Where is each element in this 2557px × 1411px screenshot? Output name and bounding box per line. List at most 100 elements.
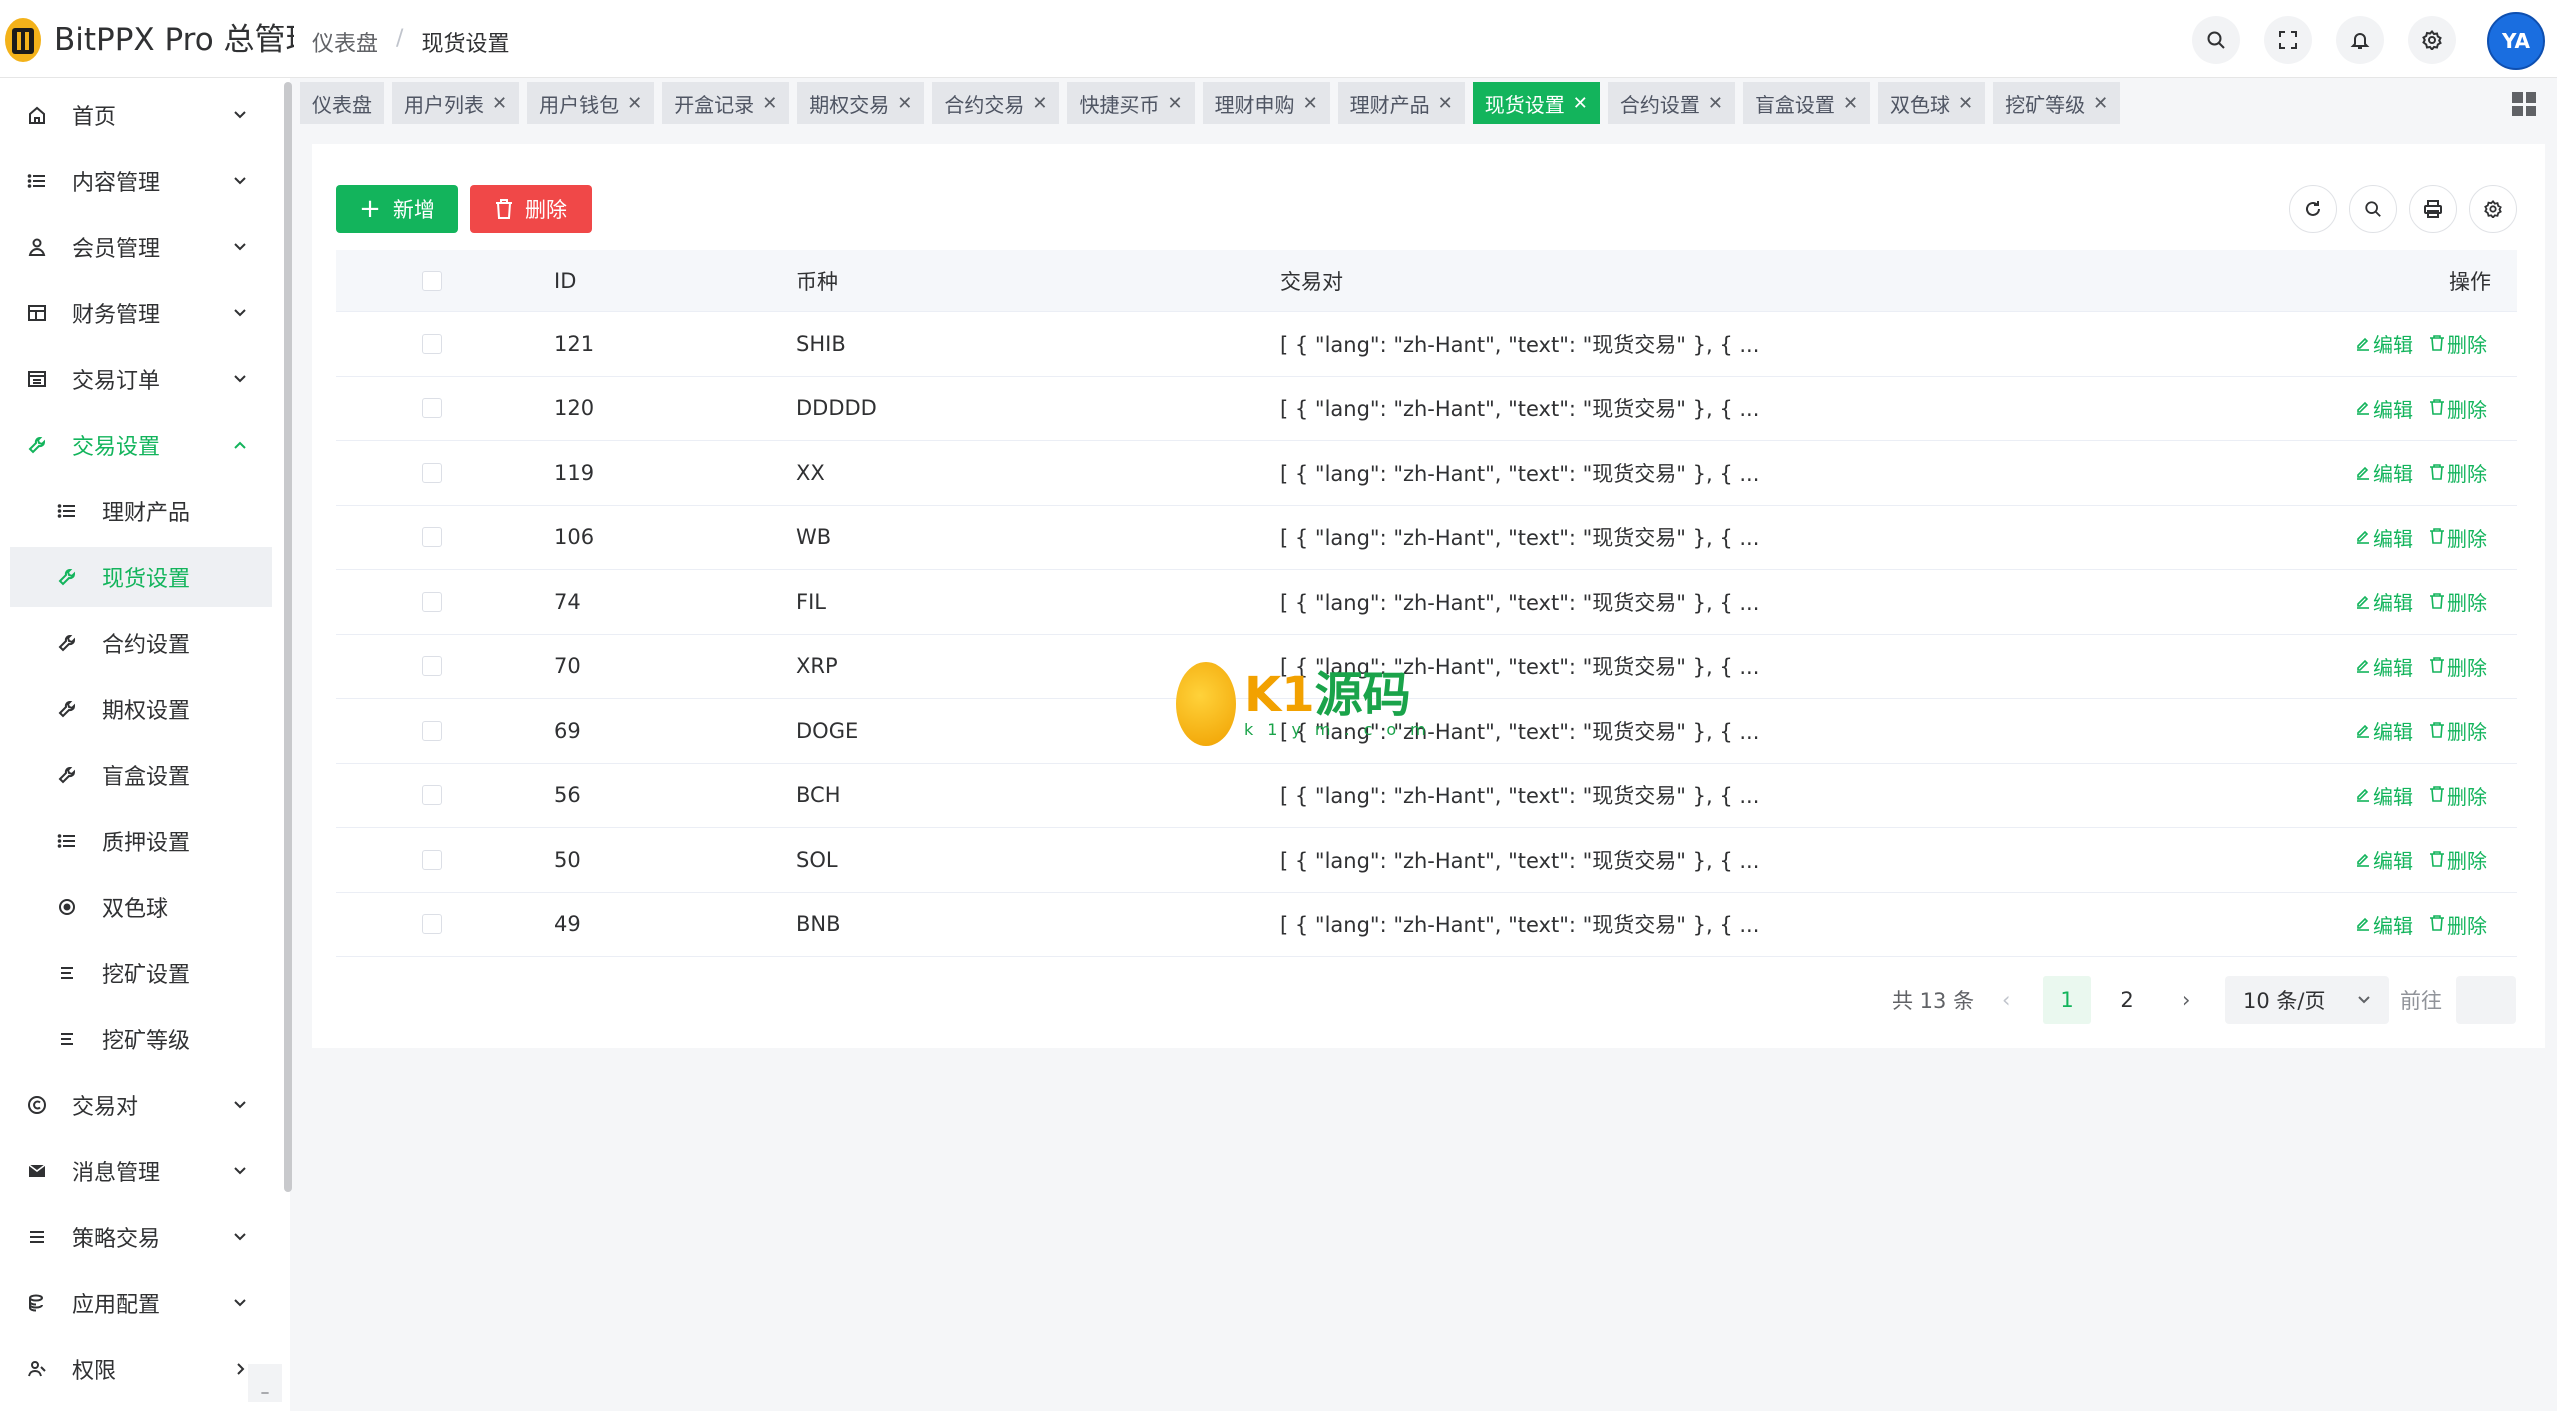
- row-checkbox[interactable]: [422, 785, 442, 806]
- row-checkbox[interactable]: [422, 462, 442, 483]
- row-delete-link[interactable]: 删除: [2429, 587, 2487, 616]
- sidebar-collapse-button[interactable]: _: [248, 1364, 282, 1402]
- sidebar-item-4[interactable]: 交易订单: [10, 349, 272, 409]
- row-delete-link[interactable]: 删除: [2429, 910, 2487, 939]
- row-checkbox[interactable]: [422, 914, 442, 935]
- close-icon[interactable]: ✕: [2093, 93, 2108, 114]
- tab-0[interactable]: 仪表盘: [300, 82, 384, 124]
- sidebar-item-12[interactable]: 双色球: [10, 877, 272, 937]
- tab-11[interactable]: 盲盒设置 ✕: [1742, 82, 1871, 124]
- tab-9[interactable]: 现货设置 ✕: [1472, 82, 1600, 124]
- row-checkbox[interactable]: [422, 720, 442, 741]
- tab-5[interactable]: 合约交易 ✕: [932, 82, 1060, 124]
- row-checkbox[interactable]: [422, 849, 442, 870]
- tab-6[interactable]: 快捷买币 ✕: [1067, 82, 1195, 124]
- tab-7[interactable]: 理财申购 ✕: [1202, 82, 1330, 124]
- page-1[interactable]: 1: [2043, 976, 2091, 1024]
- sidebar-item-0[interactable]: 首页: [10, 85, 272, 145]
- delete-button[interactable]: 删除: [470, 185, 592, 233]
- edit-link[interactable]: 编辑: [2355, 329, 2413, 358]
- edit-link[interactable]: 编辑: [2355, 523, 2413, 552]
- sidebar-item-2[interactable]: 会员管理: [10, 217, 272, 277]
- tab-8[interactable]: 理财产品 ✕: [1337, 82, 1465, 124]
- close-icon[interactable]: ✕: [1032, 93, 1047, 114]
- row-checkbox[interactable]: [422, 591, 442, 612]
- sidebar-item-8[interactable]: 合约设置: [10, 613, 272, 673]
- goto-page-input[interactable]: [2456, 976, 2516, 1024]
- row-delete-link[interactable]: 删除: [2429, 716, 2487, 745]
- row-checkbox[interactable]: [422, 656, 442, 677]
- close-icon[interactable]: ✕: [1573, 93, 1588, 114]
- sidebar-item-5[interactable]: 交易设置: [10, 415, 272, 475]
- grid-icon[interactable]: [2512, 92, 2536, 116]
- sidebar-item-19[interactable]: 权限: [10, 1339, 272, 1399]
- header-settings-button[interactable]: [2408, 16, 2456, 64]
- close-icon[interactable]: ✕: [1708, 93, 1723, 114]
- row-delete-link[interactable]: 删除: [2429, 394, 2487, 423]
- close-icon[interactable]: ✕: [1438, 93, 1453, 114]
- sidebar-item-label: 消息管理: [72, 1161, 161, 1186]
- header-search-button[interactable]: [2192, 16, 2240, 64]
- tab-10[interactable]: 合约设置 ✕: [1607, 82, 1735, 124]
- column-settings-button[interactable]: [2469, 185, 2517, 233]
- tab-4[interactable]: 期权交易 ✕: [797, 82, 925, 124]
- close-icon[interactable]: ✕: [897, 93, 912, 114]
- row-delete-link[interactable]: 删除: [2429, 781, 2487, 810]
- close-icon[interactable]: ✕: [627, 93, 642, 114]
- sidebar-item-11[interactable]: 质押设置: [10, 811, 272, 871]
- edit-link[interactable]: 编辑: [2355, 458, 2413, 487]
- sidebar-item-6[interactable]: 理财产品: [10, 481, 272, 541]
- edit-link[interactable]: 编辑: [2355, 781, 2413, 810]
- next-page-icon[interactable]: ›: [2182, 976, 2190, 1024]
- tab-12[interactable]: 双色球 ✕: [1878, 82, 1986, 124]
- close-icon[interactable]: ✕: [1167, 93, 1182, 114]
- close-icon[interactable]: ✕: [1843, 93, 1858, 114]
- sidebar-item-9[interactable]: 期权设置: [10, 679, 272, 739]
- row-delete-link[interactable]: 删除: [2429, 458, 2487, 487]
- add-button[interactable]: + 新增: [336, 185, 458, 233]
- tab-13[interactable]: 挖矿等级 ✕: [1993, 82, 2121, 124]
- row-checkbox[interactable]: [422, 527, 442, 548]
- row-checkbox[interactable]: [422, 398, 442, 419]
- tab-2[interactable]: 用户钱包 ✕: [527, 82, 655, 124]
- breadcrumb-home[interactable]: 仪表盘: [312, 26, 378, 58]
- sidebar-item-10[interactable]: 盲盒设置: [10, 745, 272, 805]
- row-checkbox[interactable]: [422, 333, 442, 354]
- row-delete-link[interactable]: 删除: [2429, 329, 2487, 358]
- edit-link[interactable]: 编辑: [2355, 845, 2413, 874]
- sidebar-item-18[interactable]: 应用配置: [10, 1273, 272, 1333]
- sidebar-item-7[interactable]: 现货设置: [10, 547, 272, 607]
- sidebar-scrollbar[interactable]: [284, 82, 292, 1192]
- row-delete-link[interactable]: 删除: [2429, 652, 2487, 681]
- close-icon[interactable]: ✕: [492, 93, 507, 114]
- header-notification-button[interactable]: [2336, 16, 2384, 64]
- close-icon[interactable]: ✕: [762, 93, 777, 114]
- print-button[interactable]: [2409, 185, 2457, 233]
- edit-link[interactable]: 编辑: [2355, 716, 2413, 745]
- tab-1[interactable]: 用户列表 ✕: [392, 82, 520, 124]
- close-icon[interactable]: ✕: [1303, 93, 1318, 114]
- sidebar-item-15[interactable]: 交易对: [10, 1075, 272, 1135]
- sidebar-item-3[interactable]: 财务管理: [10, 283, 272, 343]
- header-fullscreen-button[interactable]: [2264, 16, 2312, 64]
- sidebar-item-16[interactable]: 消息管理: [10, 1141, 272, 1201]
- select-all-checkbox[interactable]: [422, 270, 442, 291]
- avatar[interactable]: YA: [2487, 12, 2545, 70]
- table-search-button[interactable]: [2349, 185, 2397, 233]
- prev-page-icon[interactable]: ‹: [2002, 976, 2010, 1024]
- sidebar-item-14[interactable]: 挖矿等级: [10, 1009, 272, 1069]
- sidebar-item-13[interactable]: 挖矿设置: [10, 943, 272, 1003]
- sidebar-item-1[interactable]: 内容管理: [10, 151, 272, 211]
- refresh-button[interactable]: [2289, 185, 2337, 233]
- edit-link[interactable]: 编辑: [2355, 910, 2413, 939]
- tab-3[interactable]: 开盒记录 ✕: [662, 82, 790, 124]
- edit-link[interactable]: 编辑: [2355, 587, 2413, 616]
- row-delete-link[interactable]: 删除: [2429, 523, 2487, 552]
- close-icon[interactable]: ✕: [1958, 93, 1973, 114]
- edit-link[interactable]: 编辑: [2355, 394, 2413, 423]
- page-size-select[interactable]: 10 条/页: [2225, 976, 2389, 1024]
- row-delete-link[interactable]: 删除: [2429, 845, 2487, 874]
- page-2[interactable]: 2: [2103, 976, 2151, 1024]
- edit-link[interactable]: 编辑: [2355, 652, 2413, 681]
- sidebar-item-17[interactable]: 策略交易: [10, 1207, 272, 1267]
